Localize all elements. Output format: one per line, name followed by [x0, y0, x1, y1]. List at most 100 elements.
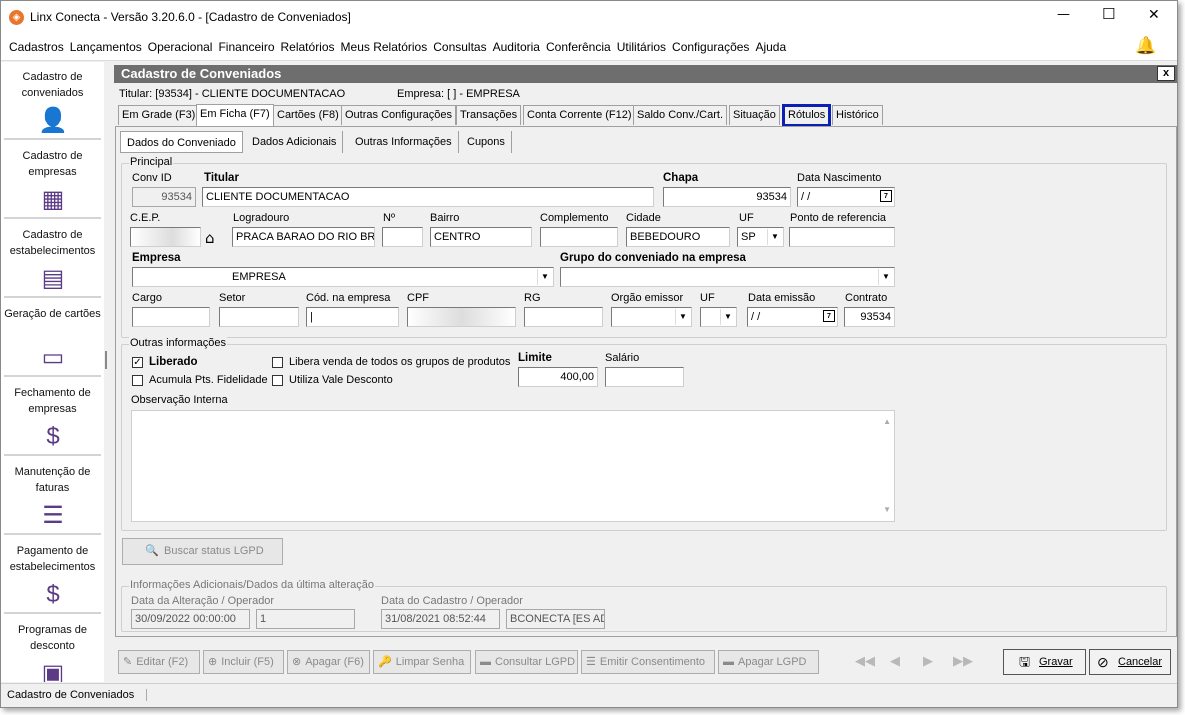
- menu-11[interactable]: Ajuda: [752, 33, 789, 61]
- titular-field[interactable]: CLIENTE DOCUMENTACAO: [202, 187, 654, 207]
- buscar-lgpd-button[interactable]: 🔍 Buscar status LGPD: [122, 538, 283, 565]
- cadastro-field: 31/08/2021 08:52:44: [381, 609, 500, 629]
- subtab-2[interactable]: Outras Informações: [349, 131, 459, 153]
- home-icon[interactable]: ⌂: [205, 229, 215, 247]
- emissao-field[interactable]: / / 7: [747, 307, 838, 327]
- setor-field[interactable]: [219, 307, 299, 327]
- menu-8[interactable]: Conferência: [543, 33, 614, 61]
- tab-7[interactable]: Situação: [729, 105, 780, 125]
- acumula-label: Acumula Pts. Fidelidade: [149, 374, 268, 386]
- chevron-down-icon[interactable]: ▼: [878, 269, 893, 285]
- sidebar-item-5[interactable]: Manutenção de faturas ☰: [4, 459, 101, 535]
- orgao-select[interactable]: ▼: [611, 307, 692, 327]
- menu-4[interactable]: Relatórios: [278, 33, 338, 61]
- cargo-field[interactable]: [132, 307, 210, 327]
- cidade-field[interactable]: BEBEDOURO: [626, 227, 730, 247]
- toolbar-button-1[interactable]: ⊕ Incluir (F5): [203, 650, 284, 674]
- cancelar-button[interactable]: ⊘ Cancelar: [1089, 649, 1171, 675]
- logradouro-label: Logradouro: [233, 212, 290, 224]
- chevron-down-icon[interactable]: ▼: [767, 229, 782, 245]
- nascimento-field[interactable]: / / 7: [797, 187, 895, 207]
- maximize-button[interactable]: ☐: [1102, 5, 1115, 23]
- tab-1[interactable]: Em Ficha (F7): [196, 104, 274, 126]
- menu-2[interactable]: Operacional: [145, 33, 216, 61]
- acumula-checkbox[interactable]: [132, 375, 143, 386]
- limite-label: Limite: [518, 352, 552, 364]
- sidebar-item-1[interactable]: Cadastro de empresas ▦: [4, 143, 101, 219]
- toolbar-button-5[interactable]: ☰ Emitir Consentimento: [581, 650, 715, 674]
- tab-5[interactable]: Conta Corrente (F12): [523, 105, 636, 125]
- tab-3[interactable]: Outras Configurações: [341, 105, 456, 125]
- close-window-button[interactable]: ✕: [1148, 7, 1160, 23]
- close-icon[interactable]: x: [1157, 66, 1175, 81]
- liberado-checkbox[interactable]: ✓: [132, 357, 143, 368]
- toolbar-button-6[interactable]: ▬ Apagar LGPD: [718, 650, 819, 674]
- liberado-label: Liberado: [149, 356, 198, 368]
- calendar-icon[interactable]: 7: [880, 190, 892, 202]
- toolbar-button-0[interactable]: ✎ Editar (F2): [118, 650, 200, 674]
- cpf-field[interactable]: [407, 307, 516, 327]
- subtab-0[interactable]: Dados do Conveniado: [120, 131, 243, 153]
- menu-1[interactable]: Lançamentos: [67, 33, 145, 61]
- tab-8[interactable]: Rótulos: [782, 104, 832, 127]
- sidebar-item-2[interactable]: Cadastro de estabelecimentos ▤: [4, 222, 101, 298]
- previous-record-icon[interactable]: ◀: [890, 654, 900, 669]
- empresa-select[interactable]: EMPRESA ▼: [132, 267, 554, 287]
- subtab-1[interactable]: Dados Adicionais: [246, 131, 344, 153]
- menu-3[interactable]: Financeiro: [215, 33, 277, 61]
- toolbar-button-3[interactable]: 🔑 Limpar Senha: [373, 650, 471, 674]
- limite-field[interactable]: 400,00: [518, 367, 598, 387]
- menu-7[interactable]: Auditoria: [490, 33, 543, 61]
- contrato-field[interactable]: 93534: [844, 307, 895, 327]
- sidebar-item-4[interactable]: Fechamento de empresas $: [4, 380, 101, 456]
- last-record-icon[interactable]: ▶▶: [953, 654, 973, 669]
- cod-empresa-field[interactable]: |: [306, 307, 399, 327]
- subtab-3[interactable]: Cupons: [461, 131, 512, 153]
- sidebar-item-3[interactable]: Geração de cartões ▭: [4, 301, 101, 377]
- complemento-field[interactable]: [540, 227, 618, 247]
- tab-0[interactable]: Em Grade (F3): [118, 105, 200, 125]
- numero-field[interactable]: [382, 227, 423, 247]
- sidebar-item-0[interactable]: Cadastro de conveniados 👤: [4, 64, 101, 140]
- sidebar-item-7[interactable]: Programas de desconto ▣: [4, 617, 101, 682]
- cep-field[interactable]: [130, 227, 201, 247]
- menu-10[interactable]: Configurações: [669, 33, 752, 61]
- edit-icon: ✎: [123, 656, 133, 668]
- uf-emissor-select[interactable]: ▼: [700, 307, 737, 327]
- bell-icon[interactable]: 🔔: [1135, 36, 1156, 56]
- chevron-down-icon[interactable]: ▼: [720, 309, 735, 325]
- vale-checkbox[interactable]: [272, 375, 283, 386]
- chevron-down-icon[interactable]: ▼: [675, 309, 690, 325]
- scroll-down-icon[interactable]: ▼: [883, 501, 891, 519]
- tab-9[interactable]: Histórico: [832, 105, 883, 125]
- scroll-up-icon[interactable]: ▲: [883, 413, 891, 431]
- next-record-icon[interactable]: ▶: [923, 654, 933, 669]
- logradouro-field[interactable]: PRACA BARAO DO RIO BRA: [232, 227, 375, 247]
- calendar-icon[interactable]: 7: [823, 310, 835, 322]
- menu-5[interactable]: Meus Relatórios: [338, 33, 431, 61]
- libera-venda-checkbox[interactable]: [272, 357, 283, 368]
- toolbar-button-2[interactable]: ⊗ Apagar (F6): [287, 650, 370, 674]
- first-record-icon[interactable]: ◀◀: [855, 654, 875, 669]
- chapa-field[interactable]: 93534: [663, 187, 791, 207]
- tab-6[interactable]: Saldo Conv./Cart.: [633, 105, 728, 125]
- bairro-field[interactable]: CENTRO: [430, 227, 532, 247]
- gravar-button[interactable]: 🖫 Gravar: [1003, 649, 1086, 675]
- observacao-textarea[interactable]: ▲ ▼: [131, 410, 895, 522]
- sidebar-item-6[interactable]: Pagamento de estabelecimentos $: [4, 538, 101, 614]
- rg-field[interactable]: [524, 307, 603, 327]
- tab-4[interactable]: Transações: [456, 105, 522, 125]
- uf-select[interactable]: SP ▼: [737, 227, 784, 247]
- salario-field[interactable]: [605, 367, 684, 387]
- tab-2[interactable]: Cartões (F8): [273, 105, 343, 125]
- referencia-field[interactable]: [789, 227, 895, 247]
- toolbar-button-4[interactable]: ▬ Consultar LGPD: [475, 650, 578, 674]
- grupo-select[interactable]: ▼: [560, 267, 895, 287]
- conv-id-label: Conv ID: [132, 172, 172, 184]
- menu-6[interactable]: Consultas: [430, 33, 489, 61]
- menu-9[interactable]: Utilitários: [614, 33, 669, 61]
- minimize-button[interactable]: —: [1057, 7, 1070, 22]
- chevron-down-icon[interactable]: ▼: [537, 269, 552, 285]
- sidebar-splitter[interactable]: [105, 351, 107, 369]
- menu-0[interactable]: Cadastros: [6, 33, 67, 61]
